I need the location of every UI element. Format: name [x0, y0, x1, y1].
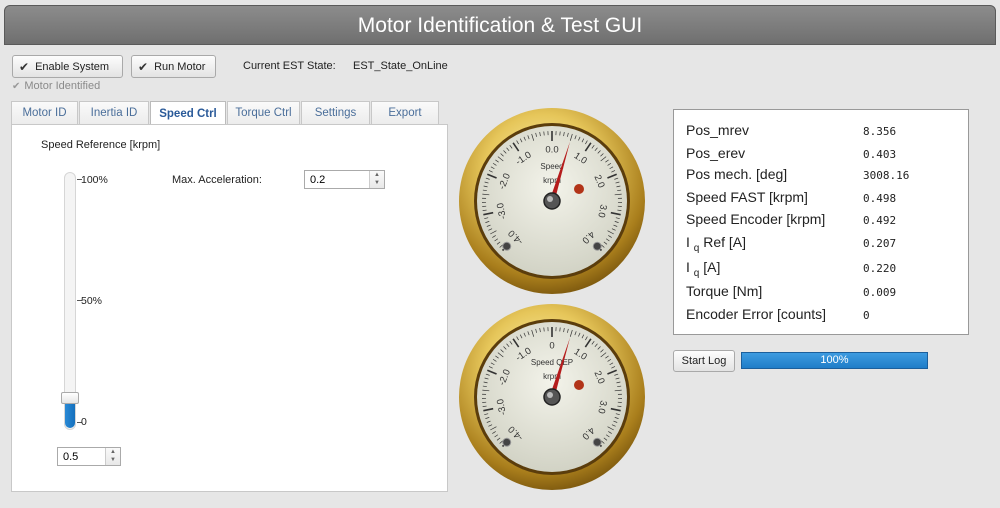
- readout-label: Speed FAST [krpm]: [686, 189, 808, 205]
- max-acceleration-label: Max. Acceleration:: [172, 174, 262, 186]
- readout-label: Pos_mrev: [686, 122, 750, 138]
- gauge-label: Speed QEP: [531, 358, 573, 367]
- slider-tick-label: 0: [81, 416, 87, 428]
- speed-reference-spinner[interactable]: 0.5 ▲ ▼: [57, 447, 121, 466]
- readout-value: 0.403: [863, 148, 897, 161]
- run-motor-button[interactable]: ✔ Run Motor: [131, 55, 216, 78]
- gauge-screw: [592, 241, 602, 251]
- start-log-button[interactable]: Start Log: [673, 350, 735, 372]
- log-progress-bar: 100%: [741, 352, 928, 369]
- speed-qep-gauge: -4.0-3.0-2.0-1.0 01.02.03.04.0Speed QEPkr…: [459, 304, 645, 490]
- readout-value: 0.009: [863, 286, 897, 299]
- readout-label: Pos_erev: [686, 145, 746, 161]
- slider-tick-label: 100%: [81, 174, 108, 186]
- tab-settings[interactable]: Settings: [301, 101, 370, 124]
- gauge-tick-label: 0.0: [545, 145, 558, 156]
- chevron-down-icon[interactable]: ▼: [370, 179, 384, 187]
- checkmark-icon: ✔: [19, 59, 30, 74]
- enable-system-label: Enable System: [35, 60, 110, 73]
- readout-label-part: [A]: [699, 259, 721, 275]
- readout-label-part: I: [686, 234, 694, 250]
- readout-label: I q [A]: [686, 259, 720, 279]
- tab-torque-ctrl[interactable]: Torque Ctrl: [227, 101, 300, 124]
- readout-value: 0: [863, 309, 870, 322]
- gauge-label: Speed: [540, 162, 563, 171]
- chevron-up-icon[interactable]: ▲: [106, 448, 120, 456]
- readout-label-part: I: [686, 259, 694, 275]
- est-state-label: Current EST State:: [243, 60, 336, 72]
- gauge-screw: [502, 437, 512, 447]
- gauge-indicator-light: [574, 184, 584, 194]
- tab-export[interactable]: Export: [371, 101, 439, 124]
- gauge-indicator-light: [574, 380, 584, 390]
- readout-panel: Pos_mrev 8.356 Pos_erev 0.403 Pos mech. [deg…: [673, 109, 969, 335]
- app-window: Motor Identification & Test GUI ✔ Enable…: [0, 0, 1000, 508]
- readout-label: Encoder Error [counts]: [686, 306, 827, 322]
- slider-tick-label: 50%: [81, 295, 103, 307]
- readout-value: 0.492: [863, 214, 897, 227]
- readout-label: I q Ref [A]: [686, 234, 746, 254]
- speed-gauge: -4.0-3.0-2.0-1.0 0.01.02.03.04.0Speedkrpm: [459, 108, 645, 294]
- readout-label-part: Ref [A]: [699, 234, 747, 250]
- gauge-hub-highlight: [547, 392, 553, 398]
- spinner-arrows[interactable]: ▲ ▼: [369, 171, 384, 188]
- speed-reference-value: 0.5: [63, 450, 79, 463]
- gauge-tick-label: 0: [549, 341, 554, 352]
- enable-system-button[interactable]: ✔ Enable System: [12, 55, 123, 78]
- window-title: Motor Identification & Test GUI: [4, 5, 996, 45]
- tab-bar: Motor ID Inertia ID Speed Ctrl Torque Ct…: [11, 101, 440, 126]
- chevron-down-icon[interactable]: ▼: [106, 456, 120, 464]
- checkmark-icon: ✔: [138, 59, 149, 74]
- speed-reference-label: Speed Reference [krpm]: [41, 139, 161, 151]
- max-acceleration-spinner[interactable]: 0.2 ▲ ▼: [304, 170, 385, 189]
- readout-value: 3008.16: [863, 169, 910, 182]
- chevron-up-icon[interactable]: ▲: [370, 171, 384, 179]
- readout-value: 0.498: [863, 192, 897, 205]
- gauge-hub-highlight: [547, 196, 553, 202]
- readout-value: 0.220: [863, 262, 897, 275]
- run-motor-label: Run Motor: [154, 60, 206, 73]
- tab-inertia-id[interactable]: Inertia ID: [79, 101, 149, 124]
- tab-speed-ctrl[interactable]: Speed Ctrl: [150, 101, 226, 126]
- speed-slider-handle[interactable]: [61, 392, 79, 405]
- readout-label: Torque [Nm]: [686, 283, 763, 299]
- readout-value: 0.207: [863, 237, 897, 250]
- readout-label: Speed Encoder [krpm]: [686, 211, 826, 227]
- tab-motor-id[interactable]: Motor ID: [11, 101, 78, 124]
- motor-identified-checkbox: ✔ Motor Identified: [12, 80, 100, 92]
- readout-value: 8.356: [863, 125, 897, 138]
- spinner-arrows[interactable]: ▲ ▼: [105, 448, 120, 465]
- gauge-screw: [592, 437, 602, 447]
- est-state-value: EST_State_OnLine: [353, 60, 448, 72]
- motor-identified-label: Motor Identified: [24, 80, 101, 92]
- checkmark-icon: ✔: [12, 80, 21, 92]
- max-acceleration-value: 0.2: [310, 173, 326, 186]
- gauge-screw: [502, 241, 512, 251]
- readout-label: Pos mech. [deg]: [686, 166, 788, 182]
